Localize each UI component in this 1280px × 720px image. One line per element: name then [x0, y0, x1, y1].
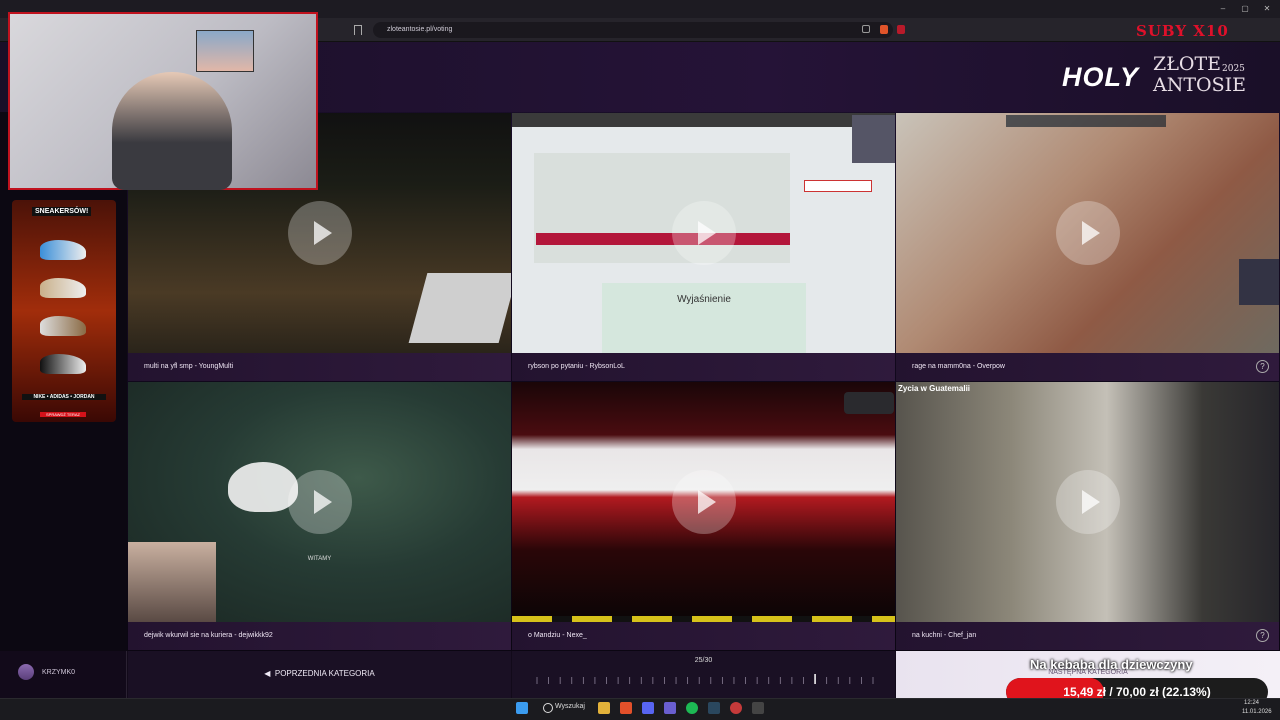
share-icon[interactable]: [862, 25, 870, 33]
obs-icon[interactable]: [752, 702, 764, 714]
stream-sub-overlay: SUBY X10: [1136, 22, 1229, 40]
arrow-left-icon: ◀: [264, 669, 275, 678]
webcam-inset: [128, 542, 216, 622]
video-caption: o Mandziu - Nexe_: [512, 622, 895, 650]
help-icon[interactable]: ?: [1256, 360, 1269, 373]
close-icon[interactable]: ✕: [1262, 4, 1272, 14]
url-field[interactable]: zloteantosie.pl/voting: [373, 22, 893, 38]
bookmark-icon[interactable]: [354, 25, 362, 35]
spotify-icon[interactable]: [686, 702, 698, 714]
steam-icon[interactable]: [708, 702, 720, 714]
avatar[interactable]: [18, 664, 34, 680]
file-explorer-icon[interactable]: [598, 702, 610, 714]
minimize-icon[interactable]: –: [1218, 4, 1228, 14]
teams-icon[interactable]: [664, 702, 676, 714]
sneaker-ad-panel: [12, 200, 116, 422]
video-tile-2[interactable]: Wyjaśnienie rybson po pytaniu - RybsonLo…: [512, 113, 895, 381]
video-caption: dejwik wkurwil sie na kuriera - dejwikkk…: [128, 622, 511, 650]
report-button: [804, 180, 872, 192]
video-caption: rybson po pytaniu - RybsonLoL: [512, 353, 895, 381]
video-caption: rage na mamm0na - Overpow: [896, 353, 1279, 381]
overlay-text: WITAMY: [307, 556, 332, 562]
play-icon[interactable]: [672, 470, 736, 534]
quiz-card: [534, 153, 790, 263]
webcam-inset: [852, 115, 895, 163]
logo-year: 2025: [1222, 64, 1245, 74]
play-icon[interactable]: [288, 470, 352, 534]
donation-amount: 15,49 zł / 70,00 zł (22.13%): [1063, 685, 1211, 699]
video-tile-6[interactable]: Zycia w Guatemalii na kuchni - Chef_jan …: [896, 382, 1279, 650]
wrong-answer-bar: [536, 233, 790, 245]
logo-antosie: ANTOSIE: [1153, 74, 1246, 96]
discord-icon[interactable]: [642, 702, 654, 714]
search-icon[interactable]: [543, 703, 553, 713]
ad-cta: SPRAWDŹ TERAZ: [40, 412, 86, 417]
video-tile-5[interactable]: o Mandziu - Nexe_: [512, 382, 895, 650]
video-tile-3[interactable]: rage na mamm0na - Overpow ?: [896, 113, 1279, 381]
player-controls[interactable]: [844, 392, 894, 414]
clock-time: 12:24: [1244, 700, 1260, 706]
donation-goal-title: Na kebaba dla dziewczyny: [1030, 657, 1193, 672]
minecraft-block: [408, 273, 511, 343]
brave-icon[interactable]: [620, 702, 632, 714]
ad-title: SNEAKERSÓW!: [32, 207, 92, 216]
play-icon[interactable]: [1056, 470, 1120, 534]
play-icon[interactable]: [288, 201, 352, 265]
previous-category-label: POPRZEDNIA KATEGORIA: [274, 669, 375, 678]
chrome-icon[interactable]: [730, 702, 742, 714]
previous-category-button[interactable]: ◀ POPRZEDNIA KATEGORIA: [128, 651, 511, 698]
inner-browser-bar: [512, 113, 895, 127]
rewards-icon[interactable]: [897, 25, 905, 34]
stream-title-overlay: Zycia w Guatemalii: [898, 384, 971, 393]
maximize-icon[interactable]: ▢: [1240, 4, 1250, 14]
video-caption: na kuchni - Chef_jan: [896, 622, 1279, 650]
play-icon[interactable]: [1056, 201, 1120, 265]
logo-zlote: ZŁOTE: [1153, 53, 1222, 75]
clock-date: 11.01.2026: [1242, 709, 1272, 715]
logo-holy: HOLY: [1062, 62, 1139, 92]
video-caption: multi na yfl smp - YoungMulti: [128, 353, 511, 381]
game-hud-top: [1006, 115, 1166, 127]
windows-start-icon[interactable]: [516, 702, 528, 714]
video-tile-4[interactable]: WITAMY dejwik wkurwil sie na kuriera - d…: [128, 382, 511, 650]
progress-counter: 25/30: [694, 657, 713, 664]
streamer-figure: [112, 72, 232, 190]
ad-brands: NIKE • ADIDAS • JORDAN: [22, 394, 106, 400]
wall-painting: [196, 30, 254, 72]
taskbar-search[interactable]: Wyszukaj: [555, 703, 585, 710]
play-icon[interactable]: [672, 201, 736, 265]
taskbar: [0, 698, 1280, 720]
help-icon[interactable]: ?: [1256, 629, 1269, 642]
user-name: KRZYMK0: [42, 669, 76, 676]
explanation-heading: Wyjaśnienie: [677, 294, 731, 305]
progress-ticks: [536, 674, 874, 684]
brave-shield-icon[interactable]: [880, 25, 888, 34]
webcam-inset: [1239, 259, 1279, 305]
